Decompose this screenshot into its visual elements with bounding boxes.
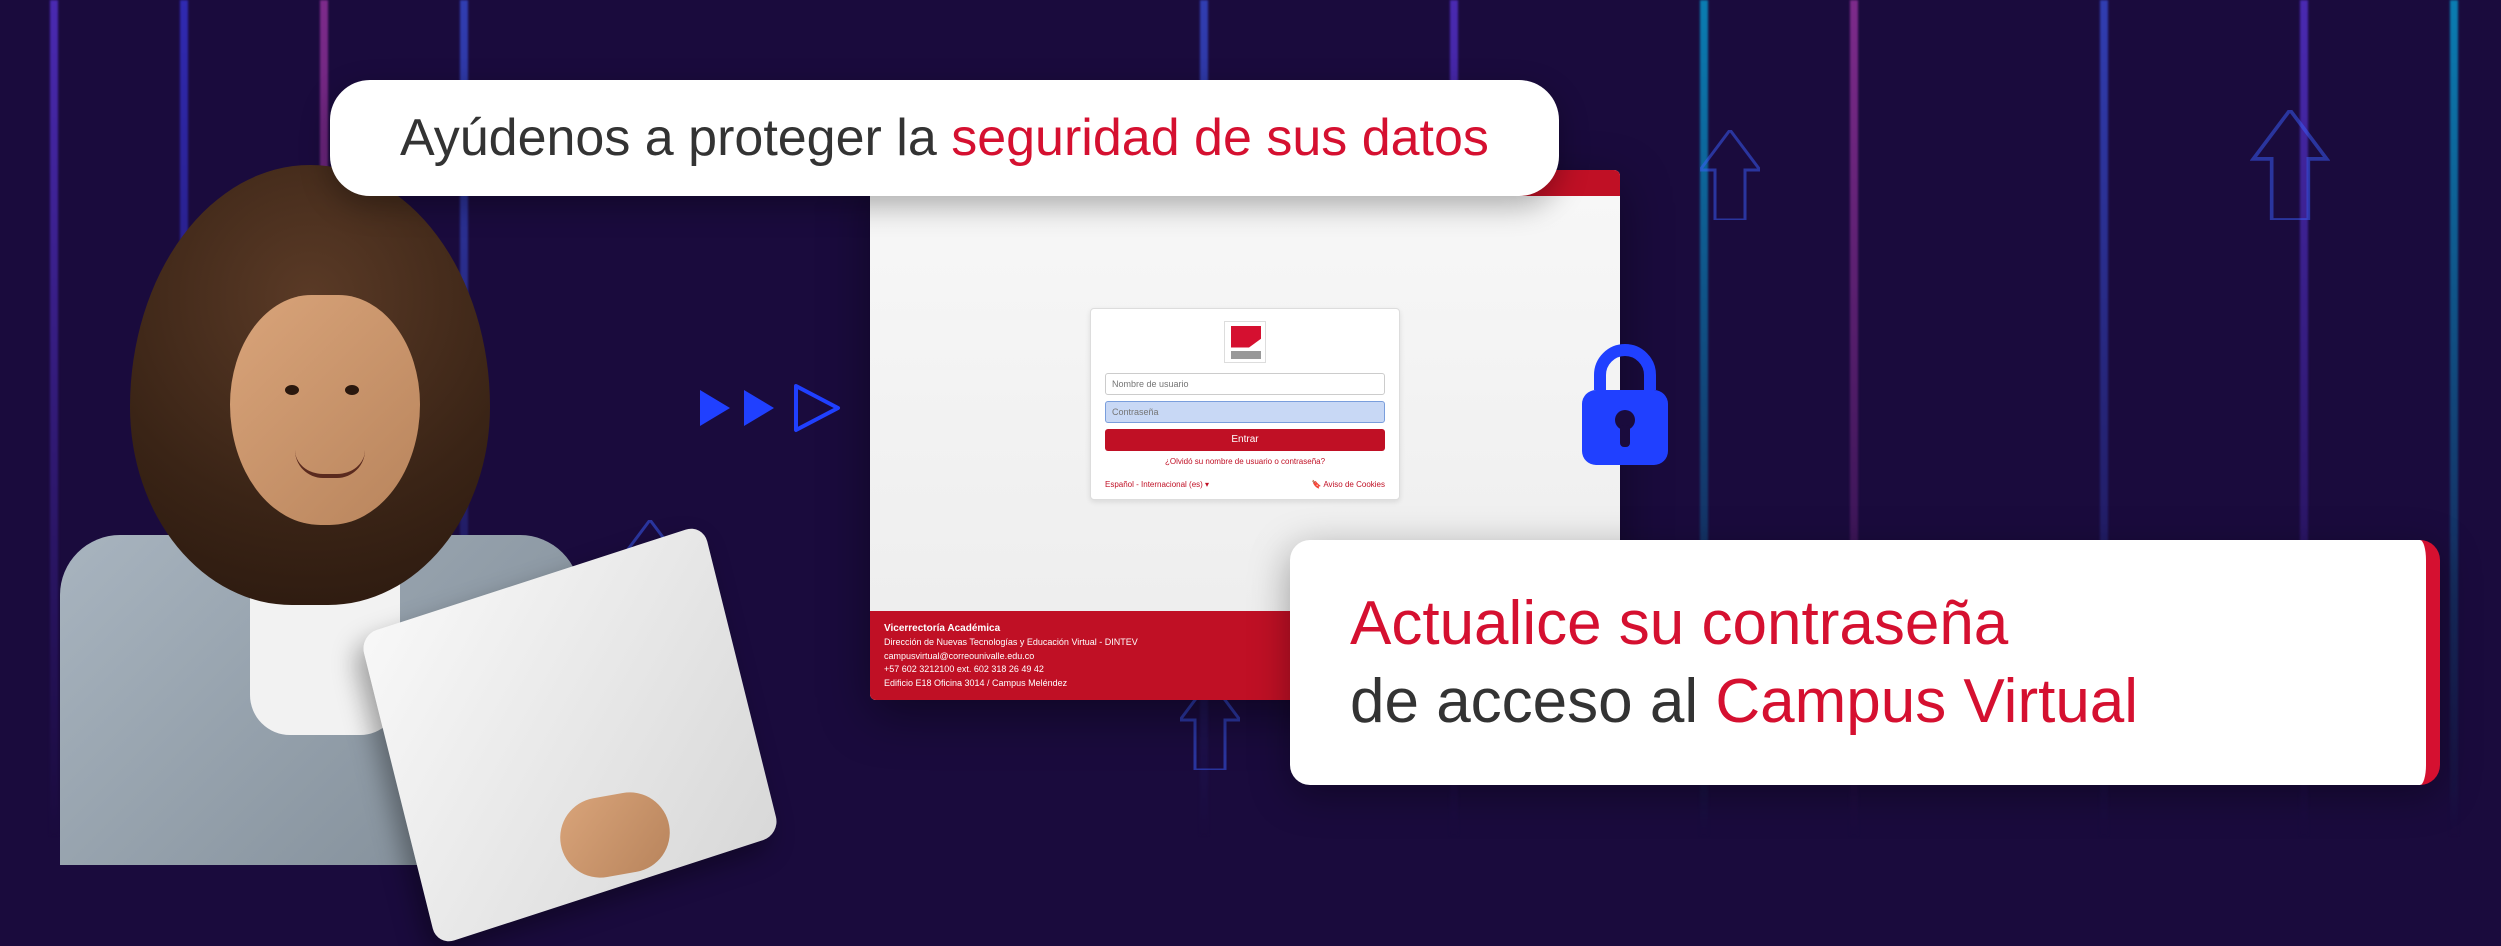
top-banner-highlight: seguridad de sus datos	[951, 109, 1489, 167]
top-banner: Ayúdenos a proteger la seguridad de sus …	[330, 80, 1559, 196]
play-icon	[744, 390, 774, 426]
language-selector[interactable]: Español - Internacional (es) ▾	[1105, 480, 1209, 489]
cta-line1: Actualice su contraseña	[1350, 585, 2366, 663]
arrow-up-icon	[2250, 110, 2330, 220]
play-icon	[700, 390, 730, 426]
login-card: Entrar ¿Olvidó su nombre de usuario o co…	[1090, 308, 1400, 500]
bottom-cta-card: Actualice su contraseña de acceso al Cam…	[1290, 540, 2440, 785]
username-input[interactable]	[1105, 373, 1385, 395]
lock-icon	[1570, 335, 1680, 475]
uv-shield-logo	[1224, 321, 1266, 363]
play-arrows-group	[700, 380, 844, 436]
login-button[interactable]: Entrar	[1105, 429, 1385, 451]
forgot-link[interactable]: ¿Olvidó su nombre de usuario o contraseñ…	[1105, 457, 1385, 466]
arrow-up-icon	[1700, 130, 1760, 220]
password-input[interactable]	[1105, 401, 1385, 423]
student-photo	[0, 105, 680, 835]
top-banner-prefix: Ayúdenos a proteger la	[400, 109, 951, 167]
play-outline-icon	[788, 380, 844, 436]
cta-line2-highlight: Campus Virtual	[1715, 667, 2138, 736]
cookies-notice-link[interactable]: 🔖 Aviso de Cookies	[1312, 480, 1385, 489]
cta-line2-plain: de acceso al	[1350, 667, 1715, 736]
